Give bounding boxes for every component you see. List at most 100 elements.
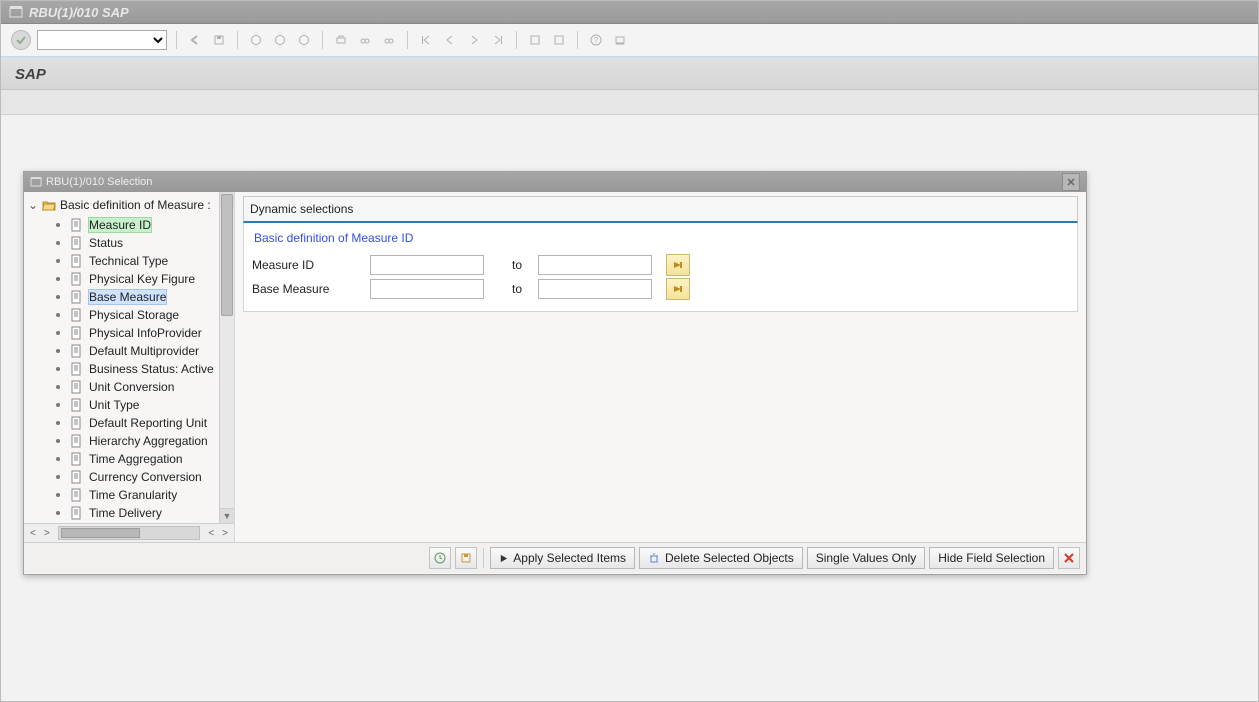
create-shortcut-icon[interactable]	[550, 31, 568, 49]
layout-icon[interactable]	[611, 31, 629, 49]
tree-item[interactable]: Default Multiprovider	[56, 342, 234, 360]
modal-footer: Apply Selected Items Delete Selected Obj…	[24, 542, 1086, 573]
multiple-selection-button[interactable]	[666, 254, 690, 276]
tree-item-label: Status	[89, 236, 123, 250]
tree-item[interactable]: Physical Key Figure	[56, 270, 234, 288]
document-icon	[70, 506, 83, 520]
tree-item[interactable]: Time Aggregation	[56, 450, 234, 468]
tree-vertical-scrollbar[interactable]: ▲ ▼	[219, 192, 234, 523]
help-icon[interactable]: ?	[587, 31, 605, 49]
tree-horizontal-scrollbar[interactable]	[58, 526, 201, 540]
globe-up-icon[interactable]	[271, 31, 289, 49]
tree-item[interactable]: Unit Type	[56, 396, 234, 414]
hide-field-selection-label: Hide Field Selection	[938, 551, 1045, 565]
to-label: to	[512, 282, 530, 296]
from-input[interactable]	[370, 279, 484, 299]
print-icon[interactable]	[332, 31, 350, 49]
toolbar-separator	[237, 31, 238, 49]
binoculars-plus-icon[interactable]	[380, 31, 398, 49]
bullet-icon	[56, 295, 60, 299]
tree-item[interactable]: Hierarchy Aggregation	[56, 432, 234, 450]
detail-pane: Dynamic selections Basic definition of M…	[235, 192, 1086, 542]
scroll-thumb[interactable]	[221, 194, 233, 316]
to-input[interactable]	[538, 255, 652, 275]
save-variant-icon[interactable]	[455, 547, 477, 569]
prev-page-icon[interactable]	[441, 31, 459, 49]
trash-icon	[648, 552, 660, 564]
first-page-icon[interactable]	[417, 31, 435, 49]
scroll-right-icon[interactable]: >	[42, 528, 52, 539]
hscroll-thumb[interactable]	[61, 528, 140, 538]
to-input[interactable]	[538, 279, 652, 299]
bullet-icon	[56, 511, 60, 515]
clock-check-icon[interactable]	[429, 547, 451, 569]
dynamic-selections-panel: Dynamic selections Basic definition of M…	[243, 196, 1078, 312]
svg-text:?: ?	[594, 36, 599, 45]
tree-item-label: Base Measure	[89, 290, 166, 304]
from-input[interactable]	[370, 255, 484, 275]
multiple-selection-button[interactable]	[666, 278, 690, 300]
tree-item[interactable]: Business Status: Active	[56, 360, 234, 378]
next-page-icon[interactable]	[465, 31, 483, 49]
command-field[interactable]	[37, 30, 167, 50]
document-icon	[70, 326, 83, 340]
tree-item[interactable]: Time Delivery	[56, 504, 234, 522]
panel-title-text: Dynamic selections	[250, 202, 353, 216]
bullet-icon	[56, 277, 60, 281]
document-icon	[70, 218, 83, 232]
back-icon[interactable]	[186, 31, 204, 49]
scroll-right-icon[interactable]: >	[220, 528, 230, 539]
last-page-icon[interactable]	[489, 31, 507, 49]
globe-cancel-icon[interactable]	[295, 31, 313, 49]
binoculars-icon[interactable]	[356, 31, 374, 49]
tree-item-label: Physical Key Figure	[89, 272, 195, 286]
tree-item[interactable]: Currency Conversion	[56, 468, 234, 486]
tree-item[interactable]: Base Measure	[56, 288, 234, 306]
collapse-icon[interactable]: ⌄	[28, 198, 38, 212]
tree-item[interactable]: Unit Conversion	[56, 378, 234, 396]
scroll-down-icon[interactable]: ▼	[220, 508, 234, 523]
bullet-icon	[56, 313, 60, 317]
scroll-left-icon[interactable]: <	[206, 528, 216, 539]
bullet-icon	[56, 421, 60, 425]
apply-selected-button[interactable]: Apply Selected Items	[490, 547, 635, 569]
tree-root-node[interactable]: ⌄ Basic definition of Measure :	[28, 196, 234, 214]
ok-icon[interactable]	[11, 30, 31, 50]
bullet-icon	[56, 259, 60, 263]
new-session-icon[interactable]	[526, 31, 544, 49]
document-icon	[70, 470, 83, 484]
toolbar-separator	[322, 31, 323, 49]
document-icon	[70, 344, 83, 358]
tree-item[interactable]: Physical Storage	[56, 306, 234, 324]
tree-horizontal-nav: < > < >	[24, 523, 234, 542]
scroll-left-icon[interactable]: <	[28, 528, 38, 539]
tree-item[interactable]: Status	[56, 234, 234, 252]
cancel-button[interactable]	[1058, 547, 1080, 569]
selection-row: Measure IDto	[252, 253, 1069, 277]
delete-selected-label: Delete Selected Objects	[665, 551, 794, 565]
modal-title-text: RBU(1)/010 Selection	[46, 176, 152, 188]
single-values-button[interactable]: Single Values Only	[807, 547, 926, 569]
document-icon	[70, 236, 83, 250]
tree-item[interactable]: Time Granularity	[56, 486, 234, 504]
hide-field-selection-button[interactable]: Hide Field Selection	[929, 547, 1054, 569]
modal-close-button[interactable]	[1062, 173, 1080, 191]
app-title-bar: SAP	[1, 59, 1258, 90]
sap-window-icon	[9, 5, 23, 19]
globe-back-icon[interactable]	[247, 31, 265, 49]
document-icon	[70, 308, 83, 322]
delete-selected-button[interactable]: Delete Selected Objects	[639, 547, 803, 569]
tree-item[interactable]: Default Reporting Unit	[56, 414, 234, 432]
tree-item[interactable]: Technical Type	[56, 252, 234, 270]
toolbar-separator	[516, 31, 517, 49]
document-icon	[70, 380, 83, 394]
save-icon[interactable]	[210, 31, 228, 49]
document-icon	[70, 452, 83, 466]
cancel-x-icon	[1063, 552, 1075, 564]
tree-item-label: Default Reporting Unit	[89, 416, 207, 430]
bullet-icon	[56, 403, 60, 407]
tree-item[interactable]: Physical InfoProvider	[56, 324, 234, 342]
tree-item-label: Unit Type	[89, 398, 139, 412]
tree-item[interactable]: Measure ID	[56, 216, 234, 234]
tree-item-label: Physical Storage	[89, 308, 179, 322]
